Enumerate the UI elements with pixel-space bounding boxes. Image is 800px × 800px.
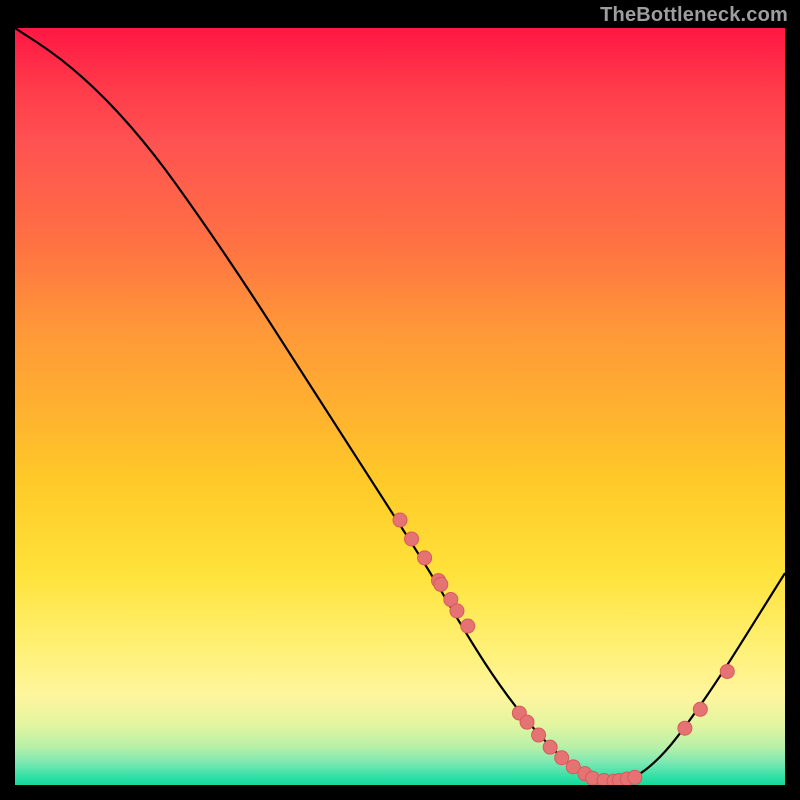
data-point: [461, 619, 475, 633]
data-point: [418, 551, 432, 565]
data-point: [693, 702, 707, 716]
data-point: [450, 604, 464, 618]
data-point: [555, 751, 569, 765]
bottleneck-curve: [15, 28, 785, 781]
data-points-group: [393, 513, 734, 785]
chart-svg: [15, 28, 785, 785]
data-point: [405, 532, 419, 546]
data-point: [543, 740, 557, 754]
data-point: [520, 715, 534, 729]
chart-plot-area: [15, 28, 785, 785]
data-point: [532, 728, 546, 742]
data-point: [434, 577, 448, 591]
data-point: [720, 664, 734, 678]
data-point: [628, 770, 642, 784]
watermark-text: TheBottleneck.com: [600, 4, 788, 27]
data-point: [393, 513, 407, 527]
data-point: [678, 721, 692, 735]
